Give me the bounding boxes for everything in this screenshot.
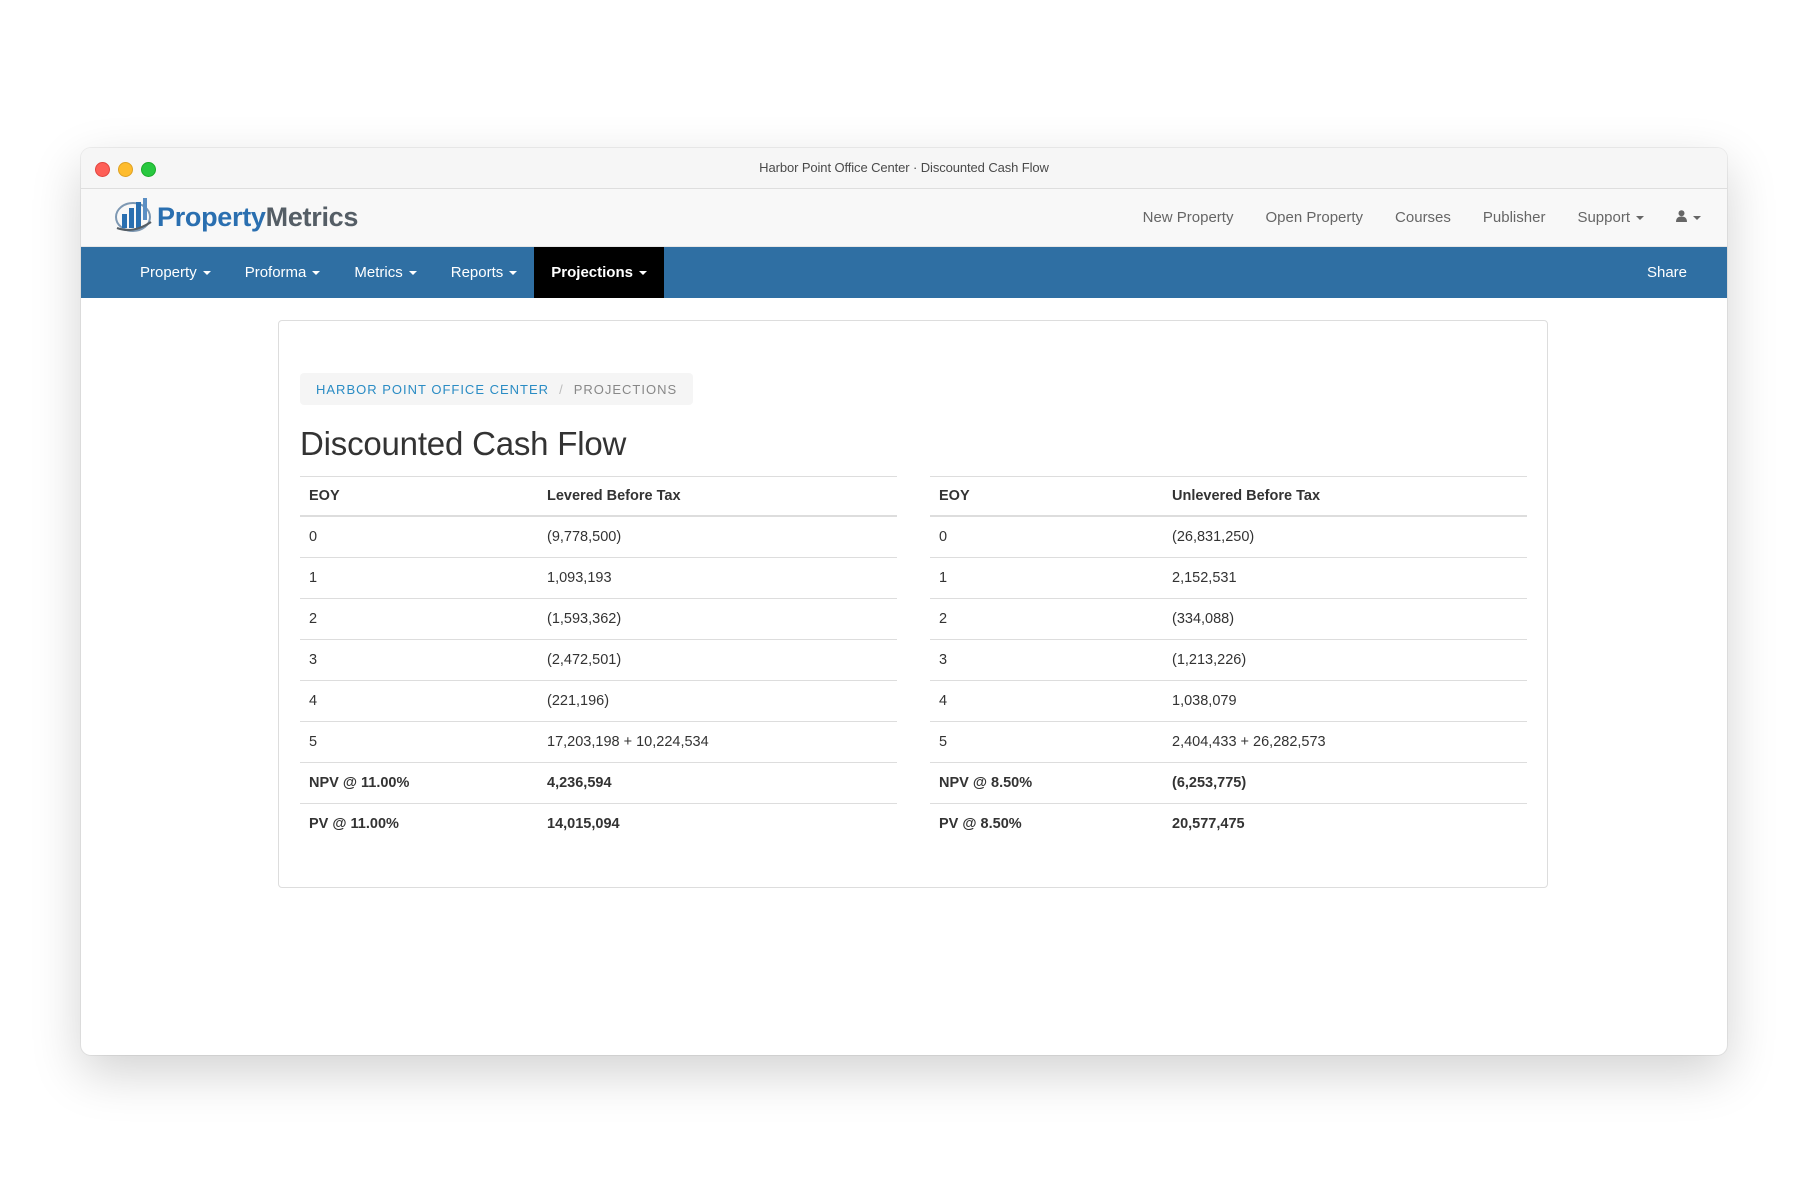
eoy-cell: 1 (300, 557, 538, 599)
main-nav-items: Property Proforma Metrics Reports Projec… (123, 247, 664, 298)
value-cell: 1,038,079 (1163, 680, 1527, 722)
eoy-cell: 4 (300, 680, 538, 722)
pv-label: PV @ 8.50% (930, 803, 1163, 844)
pv-label: PV @ 11.00% (300, 803, 538, 844)
value-cell: 17,203,198 + 10,224,534 (538, 721, 897, 763)
main-navbar: Property Proforma Metrics Reports Projec… (81, 247, 1727, 298)
eoy-cell: 0 (930, 515, 1163, 558)
eoy-cell: 3 (300, 639, 538, 681)
eoy-cell: 2 (300, 598, 538, 640)
nav-label: Projections (551, 264, 633, 281)
table-row: 2 (1,593,362) (300, 598, 897, 640)
npv-label: NPV @ 11.00% (300, 762, 538, 804)
chevron-down-icon (638, 270, 647, 275)
npv-row: NPV @ 8.50% (6,253,775) (930, 762, 1527, 804)
table-row: 1 2,152,531 (930, 557, 1527, 599)
table-row: 5 2,404,433 + 26,282,573 (930, 721, 1527, 763)
courses-link[interactable]: Courses (1395, 209, 1451, 226)
nav-label: Proforma (244, 264, 307, 281)
share-link[interactable]: Share (1647, 247, 1687, 298)
npv-value: 4,236,594 (538, 762, 897, 804)
eoy-cell: 1 (930, 557, 1163, 599)
nav-projections-dropdown[interactable]: Projections (534, 247, 664, 298)
value-cell: (9,778,500) (538, 515, 897, 558)
npv-value: (6,253,775) (1163, 762, 1527, 804)
value-cell: 2,152,531 (1163, 557, 1527, 599)
table-row: 3 (1,213,226) (930, 639, 1527, 681)
eoy-cell: 0 (300, 515, 538, 558)
nav-label: Property (140, 264, 197, 281)
value-cell: (334,088) (1163, 598, 1527, 640)
breadcrumb-property-link[interactable]: Harbor Point Office Center (316, 382, 549, 397)
value-cell: (26,831,250) (1163, 515, 1527, 558)
table-row: 1 1,093,193 (300, 557, 897, 599)
content-panel: Harbor Point Office Center / Projections… (278, 320, 1548, 888)
column-header: EOY (300, 476, 538, 517)
value-cell: (2,472,501) (538, 639, 897, 681)
brand-logo[interactable]: PropertyMetrics (113, 197, 358, 237)
nav-property-dropdown[interactable]: Property (123, 247, 228, 298)
top-links: New Property Open Property Courses Publi… (1143, 189, 1701, 246)
eoy-cell: 5 (930, 721, 1163, 763)
chevron-down-icon (202, 270, 211, 275)
user-menu-dropdown[interactable] (1676, 209, 1701, 226)
nav-label: Reports (450, 264, 504, 281)
bar-chart-globe-icon (113, 196, 155, 239)
page-title: Discounted Cash Flow (300, 425, 627, 462)
window-title: Harbor Point Office Center · Discounted … (759, 160, 1049, 175)
chevron-down-icon (1693, 215, 1701, 220)
breadcrumb: Harbor Point Office Center / Projections (300, 373, 694, 405)
breadcrumb-separator: / (559, 381, 564, 397)
nav-label: Metrics (354, 264, 403, 281)
table-row: 2 (334,088) (930, 598, 1527, 640)
publisher-link[interactable]: Publisher (1483, 209, 1546, 226)
nav-metrics-dropdown[interactable]: Metrics (337, 247, 433, 298)
chevron-down-icon (509, 270, 518, 275)
table-header-row: EOY Levered Before Tax (300, 476, 897, 517)
nav-proforma-dropdown[interactable]: Proforma (228, 247, 338, 298)
column-header: Levered Before Tax (538, 476, 897, 517)
column-header: Unlevered Before Tax (1163, 476, 1527, 517)
table-row: 5 17,203,198 + 10,224,534 (300, 721, 897, 763)
open-property-link[interactable]: Open Property (1265, 209, 1363, 226)
table-row: 0 (26,831,250) (930, 515, 1527, 558)
top-navbar: PropertyMetrics New Property Open Proper… (81, 189, 1727, 247)
table-row: 4 (221,196) (300, 680, 897, 722)
value-cell: (221,196) (538, 680, 897, 722)
value-cell: (1,593,362) (538, 598, 897, 640)
column-header: EOY (930, 476, 1163, 517)
eoy-cell: 5 (300, 721, 538, 763)
levered-cash-flow-table: EOY Levered Before Tax 0 (9,778,500) 1 1,0… (300, 476, 897, 844)
chevron-down-icon (1636, 215, 1644, 220)
new-property-link[interactable]: New Property (1143, 209, 1234, 226)
table-row: 3 (2,472,501) (300, 639, 897, 681)
chevron-down-icon (408, 270, 417, 275)
brand-name: PropertyMetrics (157, 201, 359, 232)
value-cell: (1,213,226) (1163, 639, 1527, 681)
browser-window: Harbor Point Office Center · Discounted … (81, 148, 1727, 1055)
breadcrumb-current: Projections (573, 381, 678, 397)
eoy-cell: 2 (930, 598, 1163, 640)
unlevered-cash-flow-table: EOY Unlevered Before Tax 0 (26,831,250) 1… (930, 476, 1527, 844)
window-titlebar: Harbor Point Office Center · Discounted … (81, 148, 1727, 189)
pv-row: PV @ 8.50% 20,577,475 (930, 803, 1527, 844)
eoy-cell: 3 (930, 639, 1163, 681)
user-icon (1676, 209, 1687, 226)
chevron-down-icon (312, 270, 321, 275)
table-header-row: EOY Unlevered Before Tax (930, 476, 1527, 517)
support-dropdown[interactable]: Support (1577, 209, 1644, 226)
npv-row: NPV @ 11.00% 4,236,594 (300, 762, 897, 804)
npv-label: NPV @ 8.50% (930, 762, 1163, 804)
pv-value: 20,577,475 (1163, 803, 1527, 844)
eoy-cell: 4 (930, 680, 1163, 722)
table-row: 0 (9,778,500) (300, 515, 897, 558)
value-cell: 2,404,433 + 26,282,573 (1163, 721, 1527, 763)
value-cell: 1,093,193 (538, 557, 897, 599)
nav-reports-dropdown[interactable]: Reports (434, 247, 535, 298)
support-label: Support (1577, 209, 1630, 226)
pv-row: PV @ 11.00% 14,015,094 (300, 803, 897, 844)
table-row: 4 1,038,079 (930, 680, 1527, 722)
pv-value: 14,015,094 (538, 803, 897, 844)
